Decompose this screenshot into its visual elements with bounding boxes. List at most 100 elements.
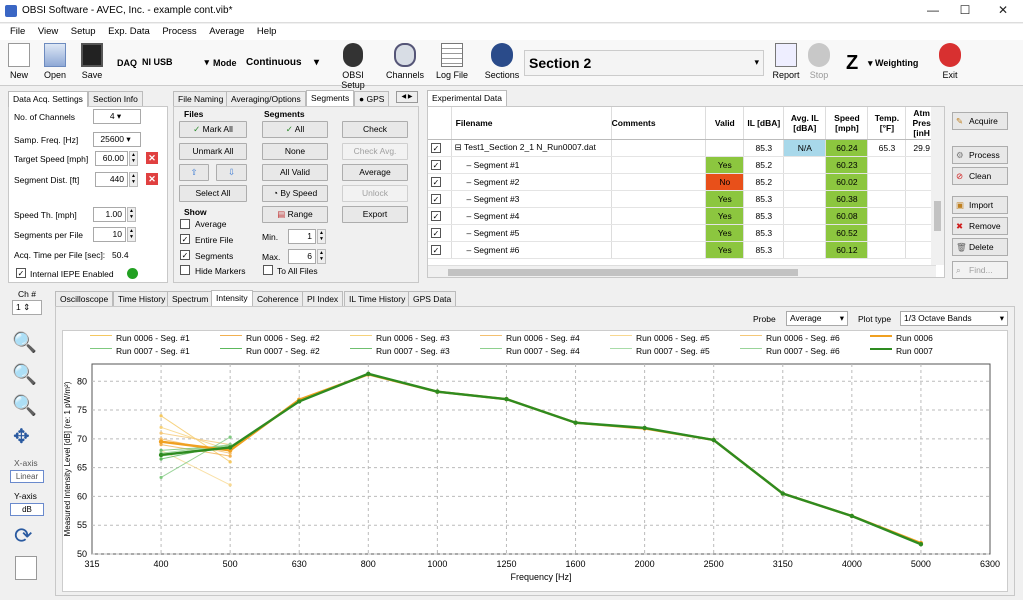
entire-file-checkbox[interactable]: ✓ <box>180 234 190 244</box>
average-button[interactable]: Average <box>342 164 408 181</box>
row-checkbox[interactable]: ✓ <box>431 159 441 170</box>
minimize-icon[interactable]: — <box>918 3 948 19</box>
speed-th-stepper[interactable]: ▲ ▼ <box>127 207 136 222</box>
sections-button[interactable]: Sections <box>482 43 522 80</box>
tab-data-acq-settings[interactable]: Data Acq. Settings <box>8 91 88 107</box>
report-button[interactable]: Report <box>770 43 802 80</box>
row-checkbox[interactable]: ✓ <box>431 227 441 238</box>
segment-row[interactable]: ✓ – Segment #2 No 85.2 60.02 <box>428 173 938 191</box>
target-speed-stepper[interactable]: ▲ ▼ <box>129 151 138 166</box>
move-down-button[interactable]: ⇩ <box>216 164 247 181</box>
row-checkbox[interactable]: ✓ <box>431 142 441 153</box>
remove-button[interactable]: ✖ Remove <box>952 217 1008 235</box>
row-checkbox[interactable]: ✓ <box>431 244 441 255</box>
menu-exp-data[interactable]: Exp. Data <box>108 26 150 37</box>
segment-dist-input[interactable]: 440 <box>95 172 128 187</box>
menu-setup[interactable]: Setup <box>71 26 96 37</box>
ch-stepper[interactable]: 1 ⇕ <box>12 300 42 315</box>
mode-select[interactable]: Continuous ▾ <box>244 54 322 71</box>
unlock-button[interactable]: Unlock <box>342 185 408 202</box>
segment-dist-stepper[interactable]: ▲ ▼ <box>129 172 138 187</box>
plot-type-select[interactable]: 1/3 Octave Bands ▾ <box>900 311 1008 326</box>
unmark-all-button[interactable]: Unmark All <box>179 143 247 160</box>
log-file-button[interactable]: Log File <box>434 43 470 80</box>
segment-row[interactable]: ✓ – Segment #6 Yes 85.3 60.12 <box>428 241 938 259</box>
range-button[interactable]: ▤ Range <box>262 206 328 223</box>
tab-averaging-options[interactable]: Averaging/Options <box>226 91 306 106</box>
col-valid[interactable]: Valid <box>705 107 745 140</box>
export-button[interactable]: Export <box>342 206 408 223</box>
col-speed[interactable]: Speed [mph] <box>825 107 869 140</box>
segment-row[interactable]: ✓ – Segment #1 Yes 85.2 60.23 <box>428 156 938 174</box>
col-temp[interactable]: Temp. [°F] <box>867 107 907 140</box>
move-up-button[interactable]: ⇧ <box>179 164 209 181</box>
col-comments[interactable]: Comments <box>611 107 707 140</box>
tab-scroll-arrows[interactable]: ◀ ▶ <box>396 91 418 103</box>
segment-row[interactable]: ✓ – Segment #4 Yes 85.3 60.08 <box>428 207 938 225</box>
max-input[interactable]: 6 <box>288 249 316 264</box>
tab-intensity[interactable]: Intensity <box>211 290 253 306</box>
scrollbar-thumb[interactable] <box>448 269 798 276</box>
tab-section-info[interactable]: Section Info <box>88 91 143 106</box>
segments-all-button[interactable]: ✓ All <box>262 121 328 138</box>
check-avg-button[interactable]: Check Avg. <box>342 143 408 160</box>
row-checkbox[interactable]: ✓ <box>431 210 441 221</box>
show-segments-checkbox[interactable]: ✓ <box>180 250 190 260</box>
process-button[interactable]: ⚙ Process <box>952 146 1008 164</box>
segment-row[interactable]: ✓ – Segment #3 Yes 85.3 60.38 <box>428 190 938 208</box>
tab-segments[interactable]: Segments <box>306 90 355 106</box>
speed-th-input[interactable]: 1.00 <box>93 207 126 222</box>
hide-markers-checkbox[interactable] <box>180 265 190 275</box>
file-row[interactable]: ✓ ⊟ Test1_Section 2_1 N_Run0007.dat 85.3 N/… <box>428 139 938 157</box>
segments-per-file-stepper[interactable]: ▲ ▼ <box>127 227 136 242</box>
segments-per-file-input[interactable]: 10 <box>93 227 126 242</box>
clear-segment-dist-icon[interactable]: ✕ <box>146 173 158 185</box>
menu-help[interactable]: Help <box>257 26 277 37</box>
min-stepper[interactable]: ▲ ▼ <box>317 229 326 244</box>
by-speed-button[interactable]: ◔ By Speed <box>262 185 328 202</box>
open-button[interactable]: Open <box>40 43 70 80</box>
tab-gps-data[interactable]: GPS Data <box>408 291 457 306</box>
menu-average[interactable]: Average <box>209 26 244 37</box>
pan-arrows-icon[interactable]: ✥ <box>13 424 39 450</box>
exit-button[interactable]: Exit <box>936 43 964 80</box>
find-button[interactable]: ⌕ Find... <box>952 261 1008 279</box>
tab-coherence[interactable]: Coherence <box>252 291 304 306</box>
horizontal-scrollbar[interactable] <box>428 265 936 277</box>
zoom-in-icon[interactable]: 🔍 <box>12 330 40 356</box>
maximize-icon[interactable]: ☐ <box>950 3 980 19</box>
weighting-select[interactable]: ▾ Weighting <box>868 58 918 69</box>
average-checkbox[interactable] <box>180 219 190 229</box>
save-button[interactable]: Save <box>78 43 106 80</box>
segments-none-button[interactable]: None <box>262 143 328 160</box>
tab-spectrum[interactable]: Spectrum <box>167 291 214 306</box>
all-valid-button[interactable]: All Valid <box>262 164 328 181</box>
new-button[interactable]: New <box>6 43 32 80</box>
tab-time-history[interactable]: Time History <box>113 291 171 306</box>
vertical-scrollbar[interactable] <box>931 107 944 265</box>
section-select[interactable]: Section 2 ▾ <box>524 50 764 76</box>
tab-il-time-history[interactable]: IL Time History <box>344 291 411 306</box>
y-axis-scale-button[interactable]: dB <box>10 503 44 516</box>
acquire-button[interactable]: ✎ Acquire <box>952 112 1008 130</box>
samp-freq-select[interactable]: 25600 ▾ <box>93 132 141 147</box>
col-avg-il[interactable]: Avg. IL [dBA] <box>783 107 827 140</box>
row-checkbox[interactable]: ✓ <box>431 193 441 204</box>
stop-button[interactable]: Stop <box>806 43 832 80</box>
x-axis-scale-button[interactable]: Linear <box>10 470 44 483</box>
channels-button[interactable]: Channels <box>384 43 426 80</box>
obsi-setup-button[interactable]: OBSI Setup <box>330 43 376 90</box>
delete-button[interactable]: 🗑 Delete <box>952 238 1008 256</box>
min-input[interactable]: 1 <box>288 229 316 244</box>
col-filename[interactable]: Filename <box>451 107 612 140</box>
clear-target-speed-icon[interactable]: ✕ <box>146 152 158 164</box>
max-stepper[interactable]: ▲ ▼ <box>317 249 326 264</box>
menu-process[interactable]: Process <box>162 26 196 37</box>
row-checkbox[interactable]: ✓ <box>431 176 441 187</box>
tab-pi-index[interactable]: PI Index <box>302 291 344 306</box>
menu-file[interactable]: File <box>10 26 25 37</box>
menu-view[interactable]: View <box>38 26 58 37</box>
probe-select[interactable]: Average ▾ <box>786 311 848 326</box>
tab-experimental-data[interactable]: Experimental Data <box>427 90 507 106</box>
scrollbar-thumb[interactable] <box>934 201 941 231</box>
